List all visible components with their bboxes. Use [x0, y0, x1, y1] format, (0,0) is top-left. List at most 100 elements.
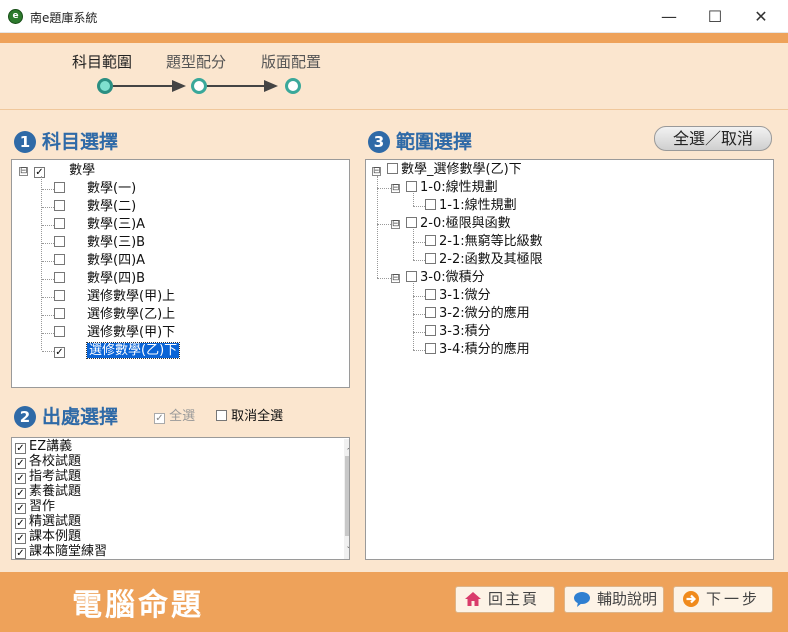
subject-item[interactable]: 數學(三)A: [54, 216, 145, 234]
range-tree-branch: [413, 350, 425, 351]
subject-root-checkbox[interactable]: ✓: [34, 167, 45, 178]
minimize-button[interactable]: —: [646, 0, 692, 33]
source-item[interactable]: ✓ 課本例題: [15, 529, 81, 544]
subject-item[interactable]: 數學(四)B: [54, 270, 145, 288]
range-chapter-row[interactable]: 3-0:微積分: [406, 269, 485, 287]
subject-item[interactable]: 數學(二): [54, 198, 136, 216]
source-item[interactable]: ✓ 指考試題: [15, 469, 81, 484]
source-item[interactable]: ✓ 精選試題: [15, 514, 81, 529]
select-all-toggle-button[interactable]: 全選／取消: [654, 126, 772, 151]
subject-item-checkbox[interactable]: [54, 290, 65, 301]
range-tree-panel[interactable]: ⊟ 數學_選修數學(乙)下 ⊟ 1-0:線性規劃 1-1:線性規劃 ⊟ 2-0:極限與函數 2…: [365, 159, 774, 560]
range-root-row[interactable]: 數學_選修數學(乙)下: [387, 161, 522, 179]
source-item-checkbox[interactable]: ✓: [15, 488, 26, 499]
range-root-expander[interactable]: ⊟: [372, 167, 381, 176]
range-section-row[interactable]: 3-2:微分的應用: [425, 305, 530, 323]
source-item[interactable]: ✓ 習作: [15, 499, 55, 514]
range-section-row[interactable]: 1-1:線性規劃: [425, 197, 517, 215]
range-section-label: 2-2:函數及其極限: [439, 252, 543, 267]
range-section-row[interactable]: 3-4:積分的應用: [425, 341, 530, 359]
range-section-row[interactable]: 3-3:積分: [425, 323, 491, 341]
deselect-all-checkbox[interactable]: [216, 410, 227, 421]
range-tree-branch: [413, 314, 425, 315]
next-step-button[interactable]: 下一步: [673, 586, 773, 613]
range-chapter-checkbox[interactable]: [406, 271, 417, 282]
subject-item[interactable]: 選修數學(甲)下: [54, 324, 175, 342]
subject-tree-panel[interactable]: ⊟ ✓ 數學 數學(一) 數學(二) 數學(三)A 數學(三)B 數學(四)A 數學(四)…: [11, 159, 350, 388]
subject-item-checkbox[interactable]: [54, 326, 65, 337]
close-button[interactable]: ✕: [738, 0, 784, 33]
source-item[interactable]: ✓ 課本隨堂練習: [15, 544, 107, 559]
step-dot-1[interactable]: [97, 78, 113, 94]
scroll-thumb[interactable]: [345, 456, 349, 536]
subject-tree-branch: [42, 297, 54, 298]
source-list-panel[interactable]: ✓ EZ講義 ✓ 各校試題 ✓ 指考試題 ✓ 素養試題 ✓ 習作 ✓ 精選試題 ✓ 課本例題 ✓ 課本隨堂練習…: [11, 437, 350, 560]
subject-item-checkbox[interactable]: [54, 308, 65, 319]
home-button[interactable]: 回主頁: [455, 586, 555, 613]
scroll-down-icon[interactable]: ﹀: [344, 545, 349, 559]
subject-item[interactable]: 數學(一): [54, 180, 136, 198]
select-all-option[interactable]: ✓ 全選: [154, 405, 195, 424]
range-chapter-expander[interactable]: ⊟: [391, 184, 400, 193]
source-item-checkbox[interactable]: ✓: [15, 473, 26, 484]
chat-help-icon: [574, 592, 590, 607]
home-label: 回主頁: [488, 590, 540, 608]
range-section-checkbox[interactable]: [425, 343, 436, 354]
source-item[interactable]: ✓ 各校試題: [15, 454, 81, 469]
subject-item[interactable]: 數學(三)B: [54, 234, 145, 252]
subject-item[interactable]: 選修數學(乙)上: [54, 306, 175, 324]
source-item-checkbox[interactable]: ✓: [15, 443, 26, 454]
range-chapter-row[interactable]: 1-0:線性規劃: [406, 179, 498, 197]
source-item-checkbox[interactable]: ✓: [15, 503, 26, 514]
range-section-row[interactable]: 2-2:函數及其極限: [425, 251, 543, 269]
step-dot-2[interactable]: [191, 78, 207, 94]
subject-root-expander[interactable]: ⊟: [19, 167, 28, 176]
subject-item[interactable]: 選修數學(甲)上: [54, 288, 175, 306]
step-dot-3[interactable]: [285, 78, 301, 94]
subject-item-checkbox[interactable]: [54, 272, 65, 283]
subject-item-checkbox[interactable]: [54, 200, 65, 211]
select-all-checkbox[interactable]: ✓: [154, 413, 165, 424]
source-item-checkbox[interactable]: ✓: [15, 533, 26, 544]
range-chapter-checkbox[interactable]: [406, 217, 417, 228]
subject-tree-branch: [42, 333, 54, 334]
range-chapter-row[interactable]: 2-0:極限與函數: [406, 215, 511, 233]
source-scrollbar[interactable]: ︿ ﹀: [344, 439, 349, 559]
deselect-all-label: 取消全選: [231, 409, 284, 424]
range-section-checkbox[interactable]: [425, 289, 436, 300]
deselect-all-option[interactable]: 取消全選: [216, 405, 283, 424]
range-chapter-checkbox[interactable]: [406, 181, 417, 192]
range-section-checkbox[interactable]: [425, 307, 436, 318]
source-item-label: 習作: [29, 499, 56, 514]
subject-item-checkbox[interactable]: [54, 218, 65, 229]
subject-root-row[interactable]: ✓ 數學: [34, 162, 95, 180]
range-root-checkbox[interactable]: [387, 163, 398, 174]
range-section-checkbox[interactable]: [425, 199, 436, 210]
source-item[interactable]: ✓ EZ講義: [15, 439, 72, 454]
subject-item[interactable]: ✓ 選修數學(乙)下: [54, 342, 181, 360]
subject-item-checkbox[interactable]: ✓: [54, 347, 65, 358]
subject-item-checkbox[interactable]: [54, 254, 65, 265]
step-label-subject-range[interactable]: 科目範圍: [72, 51, 132, 72]
range-title-text: 範圍選擇: [396, 131, 473, 153]
maximize-button[interactable]: ☐: [692, 0, 738, 33]
subject-item[interactable]: 數學(四)A: [54, 252, 145, 270]
select-all-label: 全選: [169, 409, 196, 424]
step-label-question-types[interactable]: 題型配分: [166, 51, 226, 72]
subject-item-checkbox[interactable]: [54, 236, 65, 247]
range-section-checkbox[interactable]: [425, 235, 436, 246]
source-item-checkbox[interactable]: ✓: [15, 518, 26, 529]
range-section-row[interactable]: 3-1:微分: [425, 287, 491, 305]
scroll-up-icon[interactable]: ︿: [344, 439, 349, 454]
range-section-checkbox[interactable]: [425, 325, 436, 336]
range-section-checkbox[interactable]: [425, 253, 436, 264]
range-chapter-expander[interactable]: ⊟: [391, 220, 400, 229]
step-label-layout[interactable]: 版面配置: [261, 51, 321, 72]
range-section-row[interactable]: 2-1:無窮等比級數: [425, 233, 543, 251]
help-button[interactable]: 輔助說明: [564, 586, 664, 613]
source-item-checkbox[interactable]: ✓: [15, 458, 26, 469]
source-item-checkbox[interactable]: ✓: [15, 548, 26, 559]
range-chapter-expander[interactable]: ⊟: [391, 274, 400, 283]
source-item[interactable]: ✓ 素養試題: [15, 484, 81, 499]
subject-item-checkbox[interactable]: [54, 182, 65, 193]
